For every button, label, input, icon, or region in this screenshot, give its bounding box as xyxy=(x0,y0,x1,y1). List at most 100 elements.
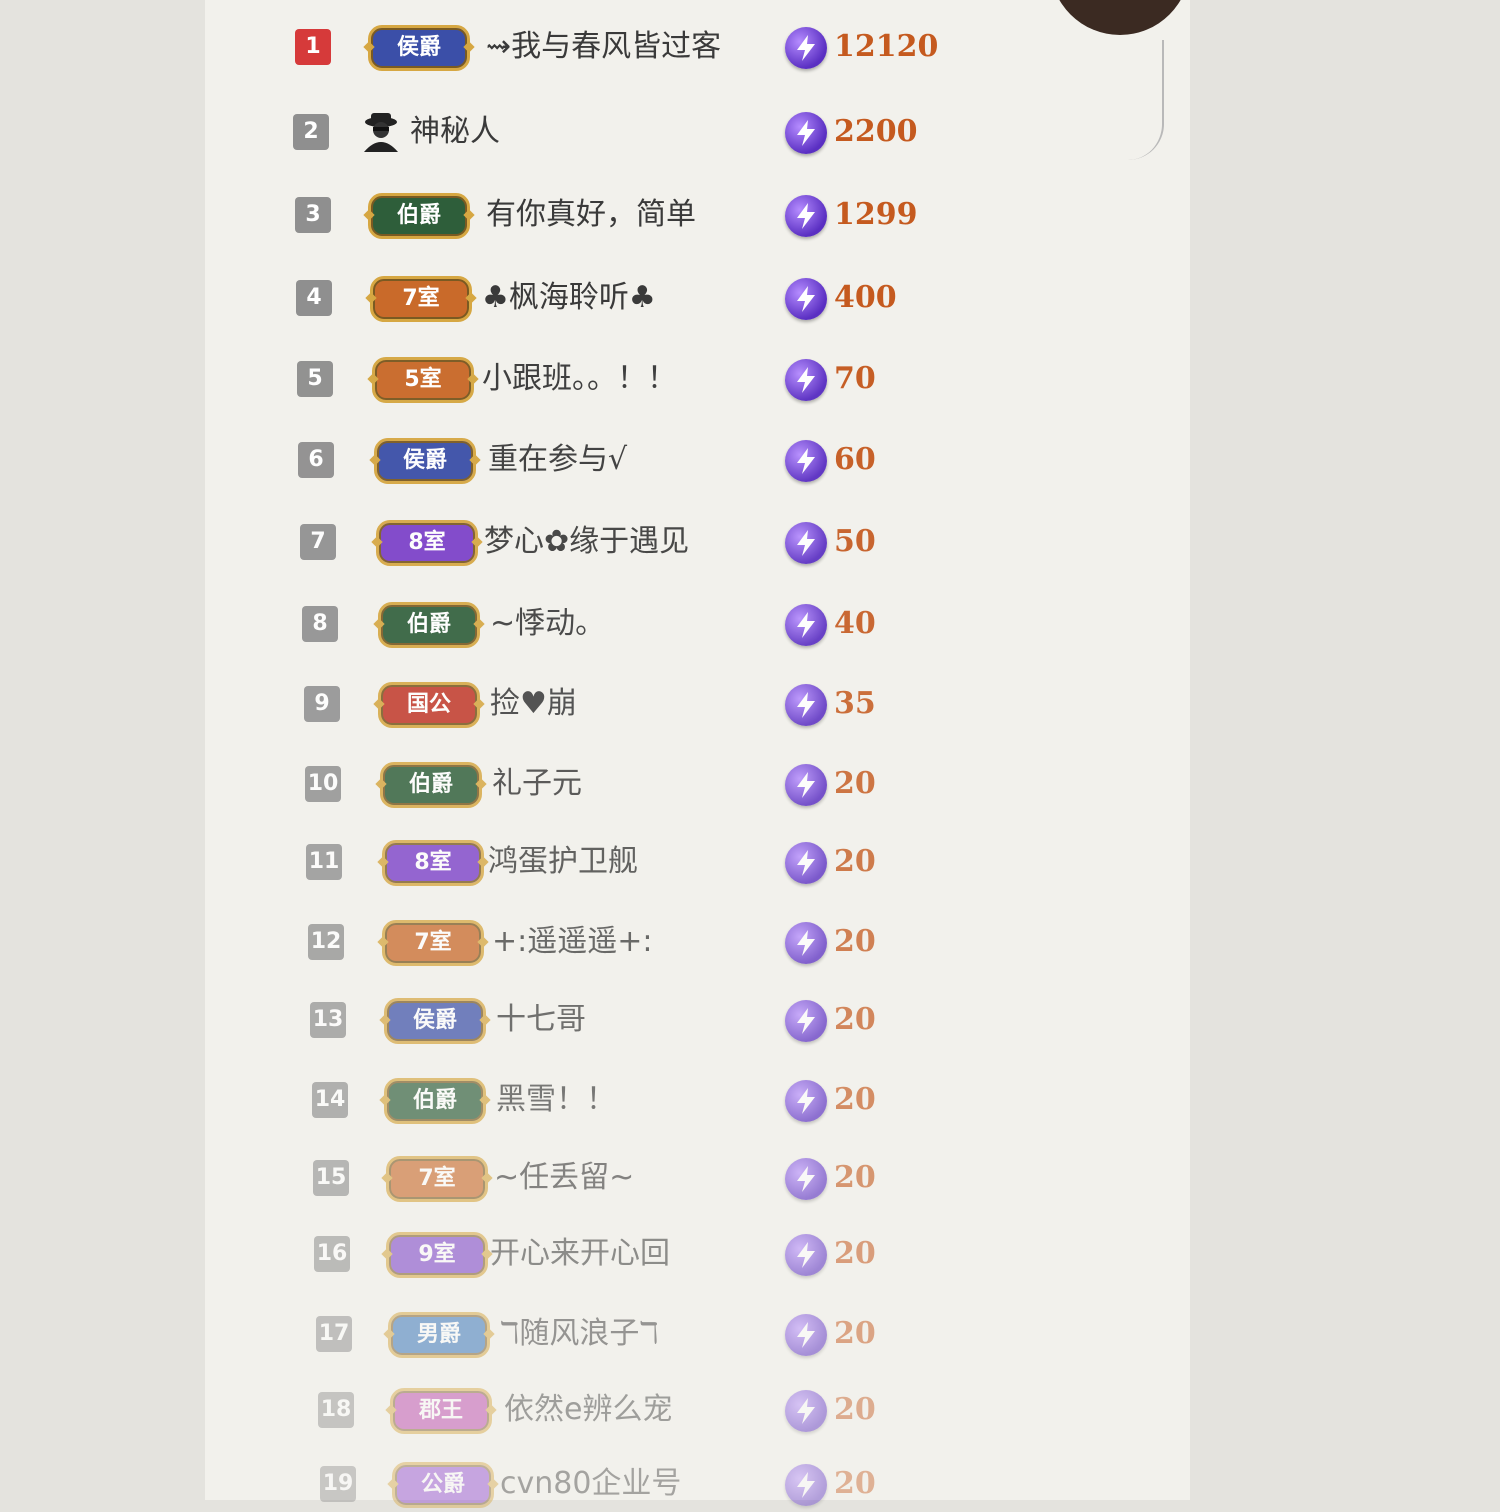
lightning-coin-icon xyxy=(785,1000,827,1042)
score-value: 20 xyxy=(834,1316,876,1351)
username[interactable]: +:遥遥遥+: xyxy=(492,920,653,964)
lightning-coin-icon xyxy=(785,112,827,154)
score-value: 70 xyxy=(834,361,876,396)
lightning-coin-icon xyxy=(785,1314,827,1356)
rank-number: 11 xyxy=(306,844,342,880)
leaderboard-row[interactable]: 17 男爵 ℸ随风浪子ℸ 20 xyxy=(0,1302,1100,1362)
lightning-coin-icon xyxy=(785,1390,827,1432)
rank-number: 19 xyxy=(320,1466,356,1502)
rank-title-badge: 侯爵 xyxy=(384,998,486,1044)
rank-number: 1 xyxy=(295,29,331,65)
rank-title-badge: 7室 xyxy=(370,276,472,322)
rank-number: 17 xyxy=(316,1316,352,1352)
rank-title-badge: 伯爵 xyxy=(380,762,482,808)
lightning-coin-icon xyxy=(785,1234,827,1276)
leaderboard-row[interactable]: 4 7室 ♣枫海聆听♣ 400 xyxy=(0,266,1100,326)
leaderboard-row[interactable]: 2 神秘人 2200 xyxy=(0,100,1100,160)
username[interactable]: ℸ随风浪子ℸ xyxy=(500,1312,659,1356)
rank-title-badge: 7室 xyxy=(386,1156,488,1202)
rank-title-badge: 男爵 xyxy=(388,1312,490,1358)
username[interactable]: ♣枫海聆听♣ xyxy=(482,276,656,320)
rank-title-badge: 伯爵 xyxy=(384,1078,486,1124)
username[interactable]: 黑雪！！ xyxy=(496,1078,616,1122)
rank-number: 5 xyxy=(297,361,333,397)
leaderboard-row[interactable]: 14 伯爵 黑雪！！ 20 xyxy=(0,1068,1100,1128)
lightning-coin-icon xyxy=(785,684,827,726)
score-value: 60 xyxy=(834,442,876,477)
leaderboard-row[interactable]: 3 伯爵 有你真好，简单 1299 xyxy=(0,183,1100,243)
leaderboard-row[interactable]: 10 伯爵 礼子元 20 xyxy=(0,752,1100,812)
username[interactable]: ~任丢留~ xyxy=(494,1156,634,1200)
username[interactable]: 梦心✿缘于遇见 xyxy=(484,520,689,564)
username[interactable]: 依然e辨么宠 xyxy=(504,1388,672,1432)
rank-number: 16 xyxy=(314,1236,350,1272)
score-value: 50 xyxy=(834,524,876,559)
score-value: 20 xyxy=(834,1160,876,1195)
rank-title-badge: 8室 xyxy=(382,840,484,886)
rank-title-badge: 5室 xyxy=(372,357,474,403)
username[interactable]: ⇝我与春风皆过客 xyxy=(486,25,721,69)
username[interactable]: 礼子元 xyxy=(492,762,582,806)
username[interactable]: 开心来开心回 xyxy=(490,1232,670,1276)
lightning-coin-icon xyxy=(785,842,827,884)
lightning-coin-icon xyxy=(785,764,827,806)
leaderboard-row[interactable]: 12 7室 +:遥遥遥+: 20 xyxy=(0,910,1100,970)
score-value: 1299 xyxy=(834,197,918,232)
username[interactable]: 重在参与√ xyxy=(488,438,627,482)
rank-title-badge: 9室 xyxy=(386,1232,488,1278)
leaderboard-row[interactable]: 7 8室 梦心✿缘于遇见 50 xyxy=(0,510,1100,570)
leaderboard-row[interactable]: 19 公爵 cvn80企业号 20 xyxy=(0,1452,1100,1512)
leaderboard-row[interactable]: 11 8室 鸿蛋护卫舰 20 xyxy=(0,830,1100,890)
lightning-coin-icon xyxy=(785,1080,827,1122)
rank-number: 18 xyxy=(318,1392,354,1428)
rank-title-badge: 公爵 xyxy=(392,1462,494,1508)
lightning-coin-icon xyxy=(785,922,827,964)
rank-title-badge: 国公 xyxy=(378,682,480,728)
username[interactable]: 捡♥崩 xyxy=(490,682,577,726)
score-value: 2200 xyxy=(834,114,918,149)
lightning-coin-icon xyxy=(785,278,827,320)
score-value: 20 xyxy=(834,1082,876,1117)
leaderboard-row[interactable]: 13 侯爵 十七哥 20 xyxy=(0,988,1100,1048)
lightning-coin-icon xyxy=(785,359,827,401)
username[interactable]: 神秘人 xyxy=(410,110,500,154)
username[interactable]: 小跟班。。！！ xyxy=(482,357,677,401)
leaderboard-row[interactable]: 16 9室 开心来开心回 20 xyxy=(0,1222,1100,1282)
lightning-coin-icon xyxy=(785,440,827,482)
score-value: 20 xyxy=(834,844,876,879)
username[interactable]: 有你真好，简单 xyxy=(486,193,696,237)
rank-title-badge: 郡王 xyxy=(390,1388,492,1434)
score-value: 12120 xyxy=(834,29,939,64)
username[interactable]: 十七哥 xyxy=(496,998,586,1042)
lightning-coin-icon xyxy=(785,604,827,646)
score-value: 35 xyxy=(834,686,876,721)
lightning-coin-icon xyxy=(785,195,827,237)
score-value: 20 xyxy=(834,924,876,959)
leaderboard-row[interactable]: 9 国公 捡♥崩 35 xyxy=(0,672,1100,732)
rank-number: 13 xyxy=(310,1002,346,1038)
rank-number: 9 xyxy=(304,686,340,722)
score-value: 20 xyxy=(834,1392,876,1427)
rank-title-badge: 伯爵 xyxy=(368,193,470,239)
lightning-coin-icon xyxy=(785,27,827,69)
lightning-coin-icon xyxy=(785,522,827,564)
rank-title-badge: 侯爵 xyxy=(374,438,476,484)
rank-title-badge: 8室 xyxy=(376,520,478,566)
leaderboard-row[interactable]: 15 7室 ~任丢留~ 20 xyxy=(0,1146,1100,1206)
leaderboard-row[interactable]: 8 伯爵 ~悸动。 40 xyxy=(0,592,1100,652)
score-value: 20 xyxy=(834,1236,876,1271)
score-value: 40 xyxy=(834,606,876,641)
leaderboard-row[interactable]: 1 侯爵 ⇝我与春风皆过客 12120 xyxy=(0,15,1100,75)
rank-number: 14 xyxy=(312,1082,348,1118)
rank-number: 8 xyxy=(302,606,338,642)
rank-number: 4 xyxy=(296,280,332,316)
leaderboard-row[interactable]: 6 侯爵 重在参与√ 60 xyxy=(0,428,1100,488)
username[interactable]: cvn80企业号 xyxy=(500,1462,681,1506)
leaderboard-row[interactable]: 18 郡王 依然e辨么宠 20 xyxy=(0,1378,1100,1438)
username[interactable]: ~悸动。 xyxy=(490,602,605,646)
leaderboard-row[interactable]: 5 5室 小跟班。。！！ 70 xyxy=(0,347,1100,407)
rank-number: 12 xyxy=(308,924,344,960)
rank-title-badge: 侯爵 xyxy=(368,25,470,71)
username[interactable]: 鸿蛋护卫舰 xyxy=(488,840,638,884)
score-value: 20 xyxy=(834,766,876,801)
